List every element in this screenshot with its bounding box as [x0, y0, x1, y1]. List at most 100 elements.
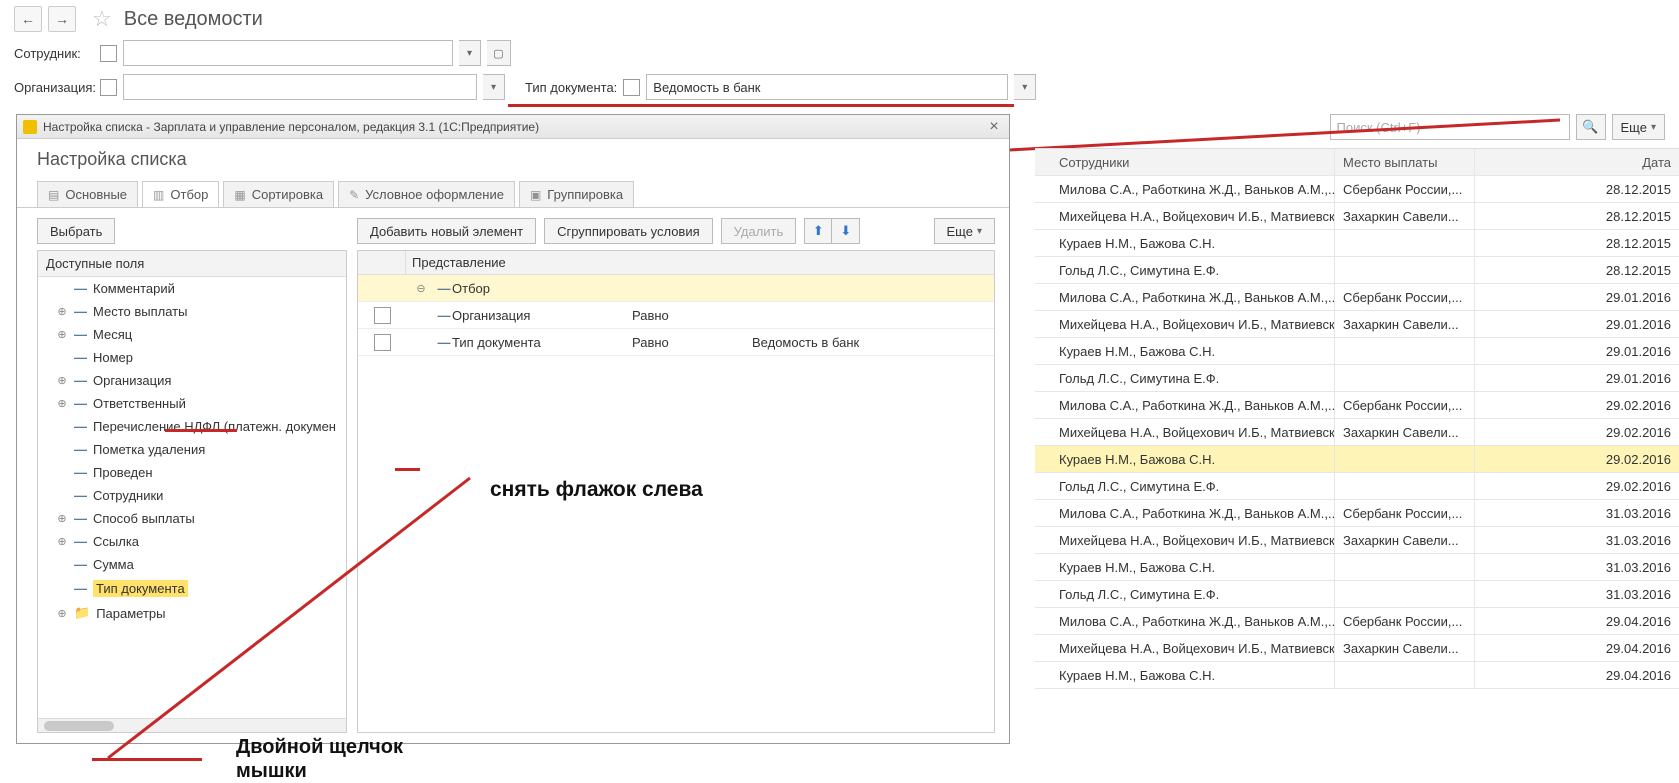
doc-type-dropdown-icon[interactable]: ▾ [1014, 74, 1036, 100]
table-row[interactable]: Михейцева Н.А., Войцехович И.Б., Матвиев… [1035, 419, 1679, 446]
cell-date: 29.02.2016 [1475, 473, 1679, 499]
condition-operator: Равно [632, 308, 752, 323]
field-item[interactable]: ⊕—Месяц [38, 323, 346, 346]
tab-group[interactable]: ▣Группировка [519, 181, 634, 207]
cell-place: Захаркин Савели... [1335, 527, 1475, 553]
expand-icon[interactable]: ⊕ [56, 607, 68, 620]
tab-format[interactable]: ✎Условное оформление [338, 181, 515, 207]
table-row[interactable]: Милова С.А., Работкина Ж.Д., Ваньков А.М… [1035, 392, 1679, 419]
table-row[interactable]: Михейцева Н.А., Войцехович И.Б., Матвиев… [1035, 203, 1679, 230]
expand-icon[interactable]: ⊕ [56, 512, 68, 525]
table-row[interactable]: Кураев Н.М., Бажова С.Н.28.12.2015 [1035, 230, 1679, 257]
field-item[interactable]: ⊕—Организация [38, 369, 346, 392]
table-row[interactable]: Кураев Н.М., Бажова С.Н.31.03.2016 [1035, 554, 1679, 581]
field-label: Сотрудники [93, 488, 163, 503]
doc-type-input[interactable]: Ведомость в банк [646, 74, 1008, 100]
expand-icon[interactable]: ⊕ [56, 535, 68, 548]
table-row[interactable]: Михейцева Н.А., Войцехович И.Б., Матвиев… [1035, 311, 1679, 338]
cell-date: 29.02.2016 [1475, 446, 1679, 472]
doc-type-checkbox[interactable] [623, 79, 640, 96]
field-icon: — [74, 396, 87, 411]
group-conditions-button[interactable]: Сгруппировать условия [544, 218, 713, 244]
field-label: Организация [93, 373, 171, 388]
more-button-dialog[interactable]: Еще ▾ [934, 218, 995, 244]
cell-place [1335, 554, 1475, 580]
dialog-close-icon[interactable]: × [985, 118, 1003, 136]
cell-employees: Кураев Н.М., Бажова С.Н. [1035, 554, 1335, 580]
choose-button[interactable]: Выбрать [37, 218, 115, 244]
tab-sort[interactable]: ▦Сортировка [223, 181, 334, 207]
move-up-button[interactable]: ⬆ [804, 218, 832, 244]
nav-forward-button[interactable]: → [48, 6, 76, 32]
field-item[interactable]: ⊕—Место выплаты [38, 300, 346, 323]
cell-place: Захаркин Савели... [1335, 203, 1475, 229]
col-employees[interactable]: Сотрудники [1035, 149, 1335, 175]
condition-row[interactable]: —ОрганизацияРавно [358, 302, 994, 329]
field-item[interactable]: — Номер [38, 346, 346, 369]
available-fields-header: Доступные поля [38, 251, 346, 277]
employee-checkbox[interactable] [100, 45, 117, 62]
search-exec-button[interactable]: 🔍 [1576, 114, 1606, 140]
table-row[interactable]: Кураев Н.М., Бажова С.Н.29.02.2016 [1035, 446, 1679, 473]
col-place[interactable]: Место выплаты [1335, 149, 1475, 175]
nav-back-button[interactable]: ← [14, 6, 42, 32]
cell-employees: Гольд Л.С., Симутина Е.Ф. [1035, 581, 1335, 607]
field-item[interactable]: ⊕—Ответственный [38, 392, 346, 415]
field-item[interactable]: ⊕📁Параметры [38, 601, 346, 625]
annotation-red-line [395, 468, 420, 471]
table-row[interactable]: Гольд Л.С., Симутина Е.Ф.29.02.2016 [1035, 473, 1679, 500]
list-settings-dialog: Настройка списка - Зарплата и управление… [16, 114, 1010, 744]
horizontal-scrollbar[interactable] [38, 718, 346, 732]
table-row[interactable]: Гольд Л.С., Симутина Е.Ф.29.01.2016 [1035, 365, 1679, 392]
expand-icon[interactable]: ⊕ [56, 305, 68, 318]
dialog-title-bar[interactable]: Настройка списка - Зарплата и управление… [17, 115, 1009, 139]
cell-employees: Милова С.А., Работкина Ж.Д., Ваньков А.М… [1035, 176, 1335, 202]
tab-main[interactable]: ▤Основные [37, 181, 138, 207]
cell-employees: Кураев Н.М., Бажова С.Н. [1035, 230, 1335, 256]
move-down-button[interactable]: ⬇ [832, 218, 860, 244]
field-item[interactable]: —Тип документа [38, 576, 346, 601]
field-icon: — [74, 350, 87, 365]
org-input[interactable] [123, 74, 477, 100]
field-item[interactable]: —Проведен [38, 461, 346, 484]
field-item[interactable]: —Сотрудники [38, 484, 346, 507]
col-date[interactable]: Дата [1475, 149, 1679, 175]
field-item[interactable]: —Сумма [38, 553, 346, 576]
table-row[interactable]: Гольд Л.С., Симутина Е.Ф.31.03.2016 [1035, 581, 1679, 608]
table-row[interactable]: Михейцева Н.А., Войцехович И.Б., Матвиев… [1035, 635, 1679, 662]
condition-row[interactable]: —Тип документаРавноВедомость в банк [358, 329, 994, 356]
field-item[interactable]: ⊕—Способ выплаты [38, 507, 346, 530]
search-input[interactable]: Поиск (Ctrl+F) [1330, 114, 1570, 140]
org-checkbox[interactable] [100, 79, 117, 96]
table-row[interactable]: Милова С.А., Работкина Ж.Д., Ваньков А.М… [1035, 284, 1679, 311]
field-label: Номер [93, 350, 133, 365]
expand-icon[interactable]: ⊕ [56, 374, 68, 387]
field-item[interactable]: —Комментарий [38, 277, 346, 300]
add-element-button[interactable]: Добавить новый элемент [357, 218, 536, 244]
more-button[interactable]: Еще▾ [1612, 114, 1665, 140]
field-icon: — [74, 281, 87, 296]
table-row[interactable]: Милова С.А., Работкина Ж.Д., Ваньков А.М… [1035, 500, 1679, 527]
employee-open-icon[interactable]: ▢ [487, 40, 511, 66]
expand-icon[interactable]: ⊕ [56, 328, 68, 341]
org-dropdown-icon[interactable]: ▾ [483, 74, 505, 100]
table-row[interactable]: Милова С.А., Работкина Ж.Д., Ваньков А.М… [1035, 176, 1679, 203]
condition-checkbox[interactable] [374, 307, 391, 324]
condition-checkbox[interactable] [374, 334, 391, 351]
filter-root-row[interactable]: ⊖ — Отбор [358, 275, 994, 302]
table-row[interactable]: Кураев Н.М., Бажова С.Н.29.01.2016 [1035, 338, 1679, 365]
table-row[interactable]: Кураев Н.М., Бажова С.Н.29.04.2016 [1035, 662, 1679, 689]
table-row[interactable]: Михейцева Н.А., Войцехович И.Б., Матвиев… [1035, 527, 1679, 554]
field-item[interactable]: —Перечисление НДФЛ (платежн. докумен [38, 415, 346, 438]
field-item[interactable]: —Пометка удаления [38, 438, 346, 461]
delete-button[interactable]: Удалить [721, 218, 797, 244]
employee-input[interactable] [123, 40, 453, 66]
table-row[interactable]: Гольд Л.С., Симутина Е.Ф.28.12.2015 [1035, 257, 1679, 284]
employee-dropdown-icon[interactable]: ▾ [459, 40, 481, 66]
expand-icon[interactable]: ⊕ [56, 397, 68, 410]
field-label: Проведен [93, 465, 153, 480]
table-row[interactable]: Милова С.А., Работкина Ж.Д., Ваньков А.М… [1035, 608, 1679, 635]
favorite-star-icon[interactable]: ☆ [92, 6, 112, 32]
field-item[interactable]: ⊕—Ссылка [38, 530, 346, 553]
tab-filter[interactable]: ▥Отбор [142, 181, 219, 207]
